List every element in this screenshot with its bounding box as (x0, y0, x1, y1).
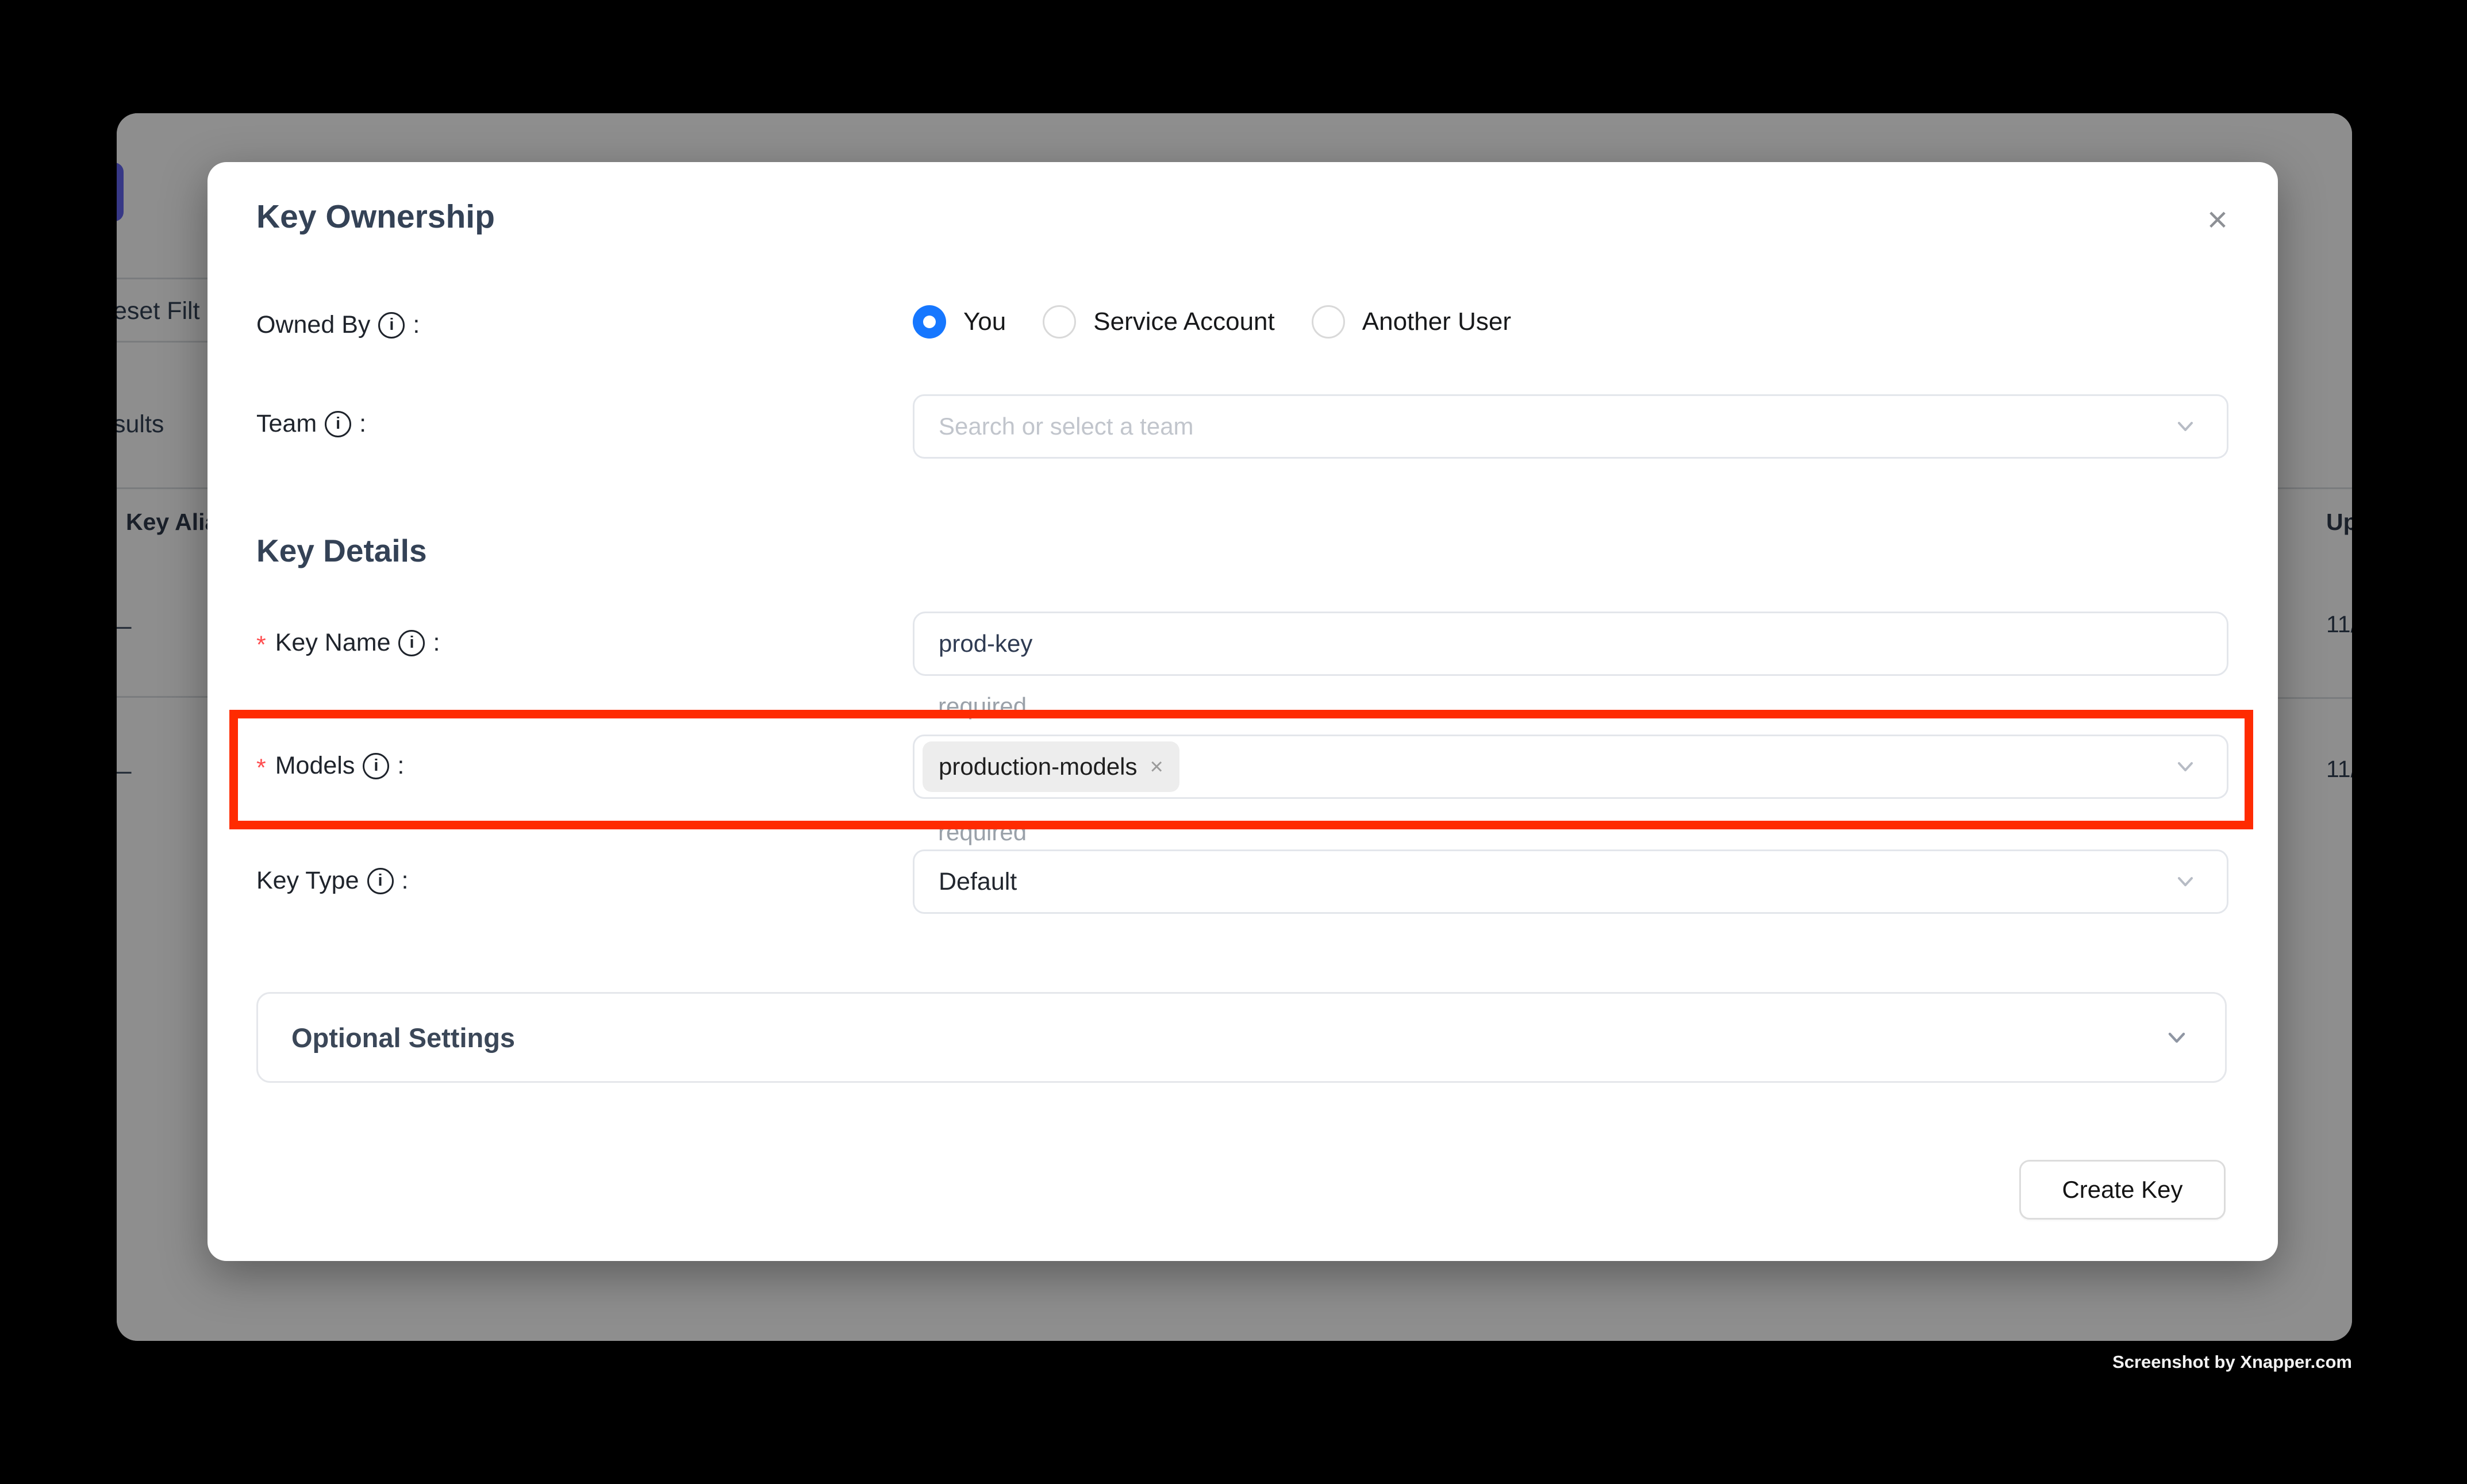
optional-settings-accordion[interactable]: Optional Settings (256, 992, 2227, 1083)
info-icon[interactable]: i (398, 630, 425, 656)
watermark-text: Screenshot by Xnapper.com (2112, 1352, 2352, 1372)
radio-unselected-icon[interactable] (1043, 305, 1076, 339)
modal-title: Key Ownership (256, 198, 495, 236)
radio-selected-icon[interactable] (913, 305, 946, 339)
key-name-input[interactable] (939, 630, 2098, 658)
owned-by-radio-group: You Service Account Another User (913, 305, 1511, 339)
models-required-hint: required (938, 818, 1027, 846)
radio-you[interactable]: You (913, 305, 1006, 339)
team-label: Team i : (256, 410, 366, 438)
chevron-down-icon (2173, 869, 2198, 894)
key-name-label: * Key Name i : (256, 629, 440, 657)
chevron-down-icon (2163, 1024, 2191, 1051)
team-select[interactable]: Search or select a team (913, 394, 2228, 459)
info-icon[interactable]: i (363, 753, 389, 779)
key-details-heading: Key Details (256, 532, 427, 569)
models-select[interactable]: production-models × (913, 735, 2228, 799)
key-name-required-hint: required (938, 693, 1027, 720)
required-asterisk: * (256, 754, 266, 782)
create-key-button[interactable]: Create Key (2019, 1160, 2226, 1220)
key-type-label: Key Type i : (256, 867, 408, 895)
selected-model-tag: production-models × (923, 741, 1179, 792)
selected-model-tag-label: production-models (939, 753, 1138, 781)
remove-tag-icon[interactable]: × (1150, 755, 1163, 778)
radio-unselected-icon[interactable] (1312, 305, 1345, 339)
close-icon[interactable]: × (2199, 201, 2237, 239)
key-type-value: Default (939, 868, 1017, 896)
models-label: * Models i : (256, 752, 404, 780)
required-asterisk: * (256, 631, 266, 659)
screenshot-canvas: eset Filt sults Key Alia – – Up 11/ 11/ … (0, 0, 2467, 1484)
chevron-down-icon (2173, 414, 2198, 439)
optional-settings-title: Optional Settings (291, 1022, 515, 1054)
info-icon[interactable]: i (367, 868, 394, 894)
radio-service-account[interactable]: Service Account (1043, 305, 1275, 339)
team-select-placeholder: Search or select a team (939, 413, 1194, 440)
key-type-select[interactable]: Default (913, 849, 2228, 914)
radio-another-user[interactable]: Another User (1312, 305, 1511, 339)
create-key-modal: Key Ownership × Owned By i : You Service… (207, 162, 2278, 1261)
key-name-field[interactable] (913, 612, 2228, 676)
info-icon[interactable]: i (378, 312, 405, 339)
owned-by-label: Owned By i : (256, 311, 420, 339)
chevron-down-icon (2173, 754, 2198, 779)
info-icon[interactable]: i (325, 411, 351, 437)
